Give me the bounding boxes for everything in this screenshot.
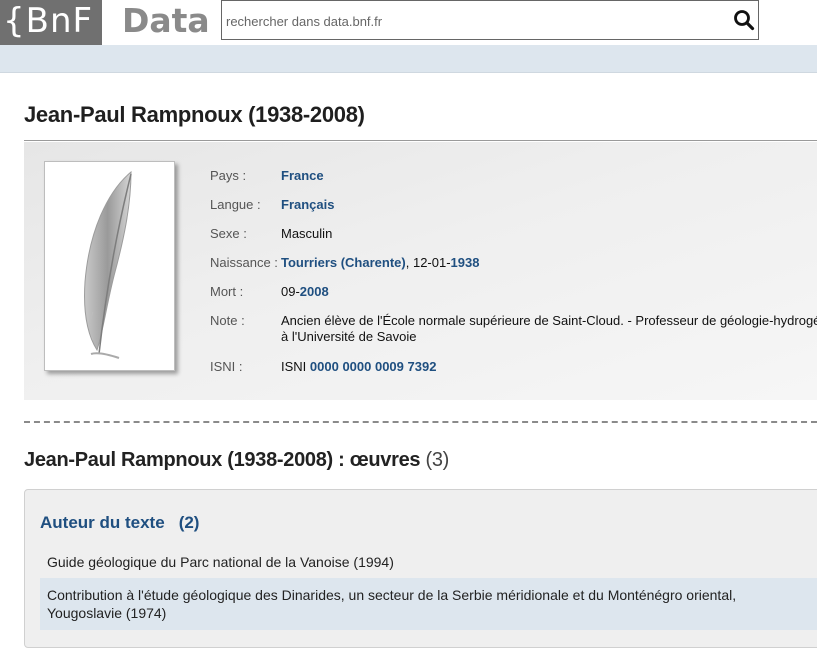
- section-auteur-du-texte[interactable]: Auteur du texte (2): [40, 513, 199, 533]
- note-label: Note :: [210, 313, 245, 328]
- works-count: (3): [425, 449, 450, 471]
- page-title: Jean-Paul Rampnoux (1938-2008): [24, 102, 365, 127]
- langue-value: Français: [281, 197, 817, 213]
- mort-value: 09-2008: [281, 284, 817, 300]
- naissance-date-text: , 12-01-: [405, 255, 451, 270]
- sexe-value: Masculin: [281, 226, 333, 241]
- header-band: [0, 45, 817, 73]
- work-title-line-1: Guide géologique du Parc national de la …: [47, 554, 394, 570]
- work-title-line-2: Yougoslavie (1974): [47, 605, 167, 621]
- data-logo[interactable]: Data: [122, 0, 210, 45]
- works-title-text: Jean-Paul Rampnoux (1938-2008) : œuvres: [24, 449, 421, 471]
- work-title-line-1: Contribution à l'étude géologique des Di…: [47, 587, 737, 603]
- section-label: Auteur du texte: [40, 513, 165, 532]
- isni-prefix: ISNI: [281, 359, 310, 374]
- author-portrait: [44, 161, 175, 371]
- note-line-2: à l'Université de Savoie: [281, 329, 417, 344]
- naissance-year-link[interactable]: 1938: [451, 255, 480, 270]
- title-divider: [24, 140, 817, 141]
- search-input[interactable]: [224, 9, 728, 33]
- list-item[interactable]: Contribution à l'étude géologique des Di…: [40, 578, 817, 630]
- naissance-value: Tourriers (Charente), 12-01-1938: [281, 255, 817, 271]
- isni-link[interactable]: 0000 0000 0009 7392: [310, 359, 437, 374]
- section-count: (2): [178, 513, 200, 532]
- naissance-place-link[interactable]: Tourriers (Charente): [281, 255, 406, 270]
- bnf-logo[interactable]: {BnF: [0, 0, 102, 45]
- works-panel: Auteur du texte (2) Guide géologique du P…: [24, 489, 817, 648]
- pays-link[interactable]: France: [281, 168, 324, 183]
- search-box: [221, 0, 759, 40]
- langue-label: Langue :: [210, 197, 261, 212]
- pays-label: Pays :: [210, 168, 247, 183]
- naissance-label: Naissance :: [210, 255, 278, 270]
- isni-value: ISNI 0000 0000 0009 7392: [281, 359, 817, 375]
- sexe-label: Sexe :: [210, 226, 247, 241]
- isni-label: ISNI :: [210, 359, 243, 374]
- quill-icon: [84, 170, 132, 359]
- section-divider: [24, 421, 817, 423]
- header: {BnF Data: [0, 0, 817, 45]
- mort-year-link[interactable]: 2008: [300, 284, 329, 299]
- note-line-1: Ancien élève de l'École normale supérieu…: [281, 313, 817, 328]
- author-info-panel: Pays : France Langue : Français Sexe : M…: [24, 142, 817, 400]
- pays-value: France: [281, 168, 817, 184]
- mort-date-text: 09-: [281, 284, 300, 299]
- works-title: Jean-Paul Rampnoux (1938-2008) : œuvres …: [24, 449, 449, 472]
- list-item[interactable]: Guide géologique du Parc national de la …: [40, 553, 817, 571]
- langue-link[interactable]: Français: [281, 197, 334, 212]
- note-value: Ancien élève de l'École normale supérieu…: [281, 313, 817, 345]
- mort-label: Mort :: [210, 284, 244, 299]
- search-icon[interactable]: [732, 8, 756, 32]
